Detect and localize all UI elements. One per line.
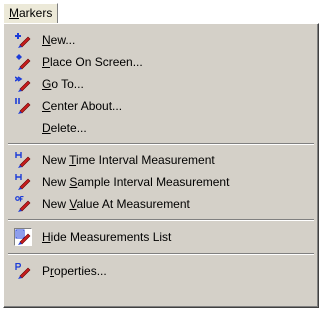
- menu-item-new-time-interval-mnemonic: T: [69, 153, 77, 167]
- value-at-icon: [15, 195, 31, 212]
- menu-separator: [8, 253, 314, 255]
- menu-item-new-sample-interval-label: New Sample Interval Measurement: [42, 171, 229, 193]
- menu-item-properties[interactable]: Properties...: [8, 260, 314, 282]
- menu-item-new[interactable]: New...: [8, 29, 314, 51]
- menu-item-center-about-text: enter About...: [50, 99, 123, 113]
- menu-item-delete-mnemonic: D: [42, 121, 51, 135]
- menu-item-delete[interactable]: Delete...: [8, 117, 314, 139]
- menu-item-properties-text: operties...: [54, 264, 107, 278]
- marker-center-icon: [15, 98, 31, 114]
- menu-item-new-time-interval-pre: New: [42, 153, 70, 167]
- menu-item-go-to-mnemonic: G: [42, 77, 52, 91]
- menu-item-place-on-screen-text: lace On Screen...: [50, 55, 143, 69]
- menu-item-center-about-label: Center About...: [42, 95, 122, 117]
- markers-menu-title[interactable]: Markers: [3, 3, 59, 23]
- menu-item-hide-measurements-list-mnemonic: H: [42, 230, 51, 244]
- menu-item-hide-measurements-list-text: ide Measurements List: [50, 230, 172, 244]
- measurements-list-icon: [14, 228, 32, 246]
- menu-item-hide-measurements-list-label: Hide Measurements List: [42, 226, 171, 248]
- menu-item-go-to-text: o To...: [51, 77, 84, 91]
- markers-menu-mnemonic: M: [9, 6, 19, 20]
- menu-item-place-on-screen[interactable]: Place On Screen...: [8, 51, 314, 73]
- menu-item-new-value-at-text: alue At Measurement: [76, 197, 190, 211]
- menu-separator: [8, 143, 314, 145]
- time-interval-icon: [15, 152, 31, 168]
- menu-item-delete-label: Delete...: [42, 117, 87, 139]
- menu-item-go-to[interactable]: Go To...: [8, 73, 314, 95]
- menu-item-properties-label: Properties...: [42, 260, 107, 282]
- markers-menu-title-rest: arkers: [19, 6, 53, 20]
- menu-item-new-sample-interval-text: ample Interval Measurement: [77, 175, 230, 189]
- menu-item-new-sample-interval-pre: New: [42, 175, 70, 189]
- menu-item-properties-pre: P: [42, 264, 51, 278]
- properties-icon: [15, 262, 31, 279]
- marker-place-icon: [15, 54, 31, 70]
- menu-item-place-on-screen-label: Place On Screen...: [42, 51, 143, 73]
- menu-item-place-on-screen-mnemonic: P: [42, 55, 51, 69]
- menu-item-new-value-at[interactable]: New Value At Measurement: [8, 193, 314, 215]
- marker-new-icon: [15, 32, 31, 48]
- menu-item-new-value-at-pre: New: [42, 197, 70, 211]
- menu-item-new-time-interval[interactable]: New Time Interval Measurement: [8, 149, 314, 171]
- menu-item-new-time-interval-text: ime Interval Measurement: [76, 153, 215, 167]
- menu-separator: [8, 219, 314, 221]
- menu-item-new-label: New...: [42, 29, 75, 51]
- menu-item-hide-measurements-list[interactable]: Hide Measurements List: [8, 226, 314, 248]
- menu-item-go-to-label: Go To...: [42, 73, 84, 95]
- menu-item-delete-text: elete...: [50, 121, 87, 135]
- menu-item-new-sample-interval[interactable]: New Sample Interval Measurement: [8, 171, 314, 193]
- menu-item-center-about[interactable]: Center About...: [8, 95, 314, 117]
- sample-interval-icon: [15, 174, 31, 190]
- markers-dropdown-menu: New... Place On Screen... Go To... Cente…: [3, 23, 319, 308]
- menu-item-new-time-interval-label: New Time Interval Measurement: [42, 149, 215, 171]
- menu-item-center-about-mnemonic: C: [42, 99, 51, 113]
- menu-bar: Markers: [0, 0, 322, 24]
- menu-item-new-mnemonic: N: [42, 33, 51, 47]
- menu-item-new-text: ew...: [50, 33, 76, 47]
- menu-item-new-value-at-label: New Value At Measurement: [42, 193, 190, 215]
- marker-goto-icon: [14, 76, 31, 92]
